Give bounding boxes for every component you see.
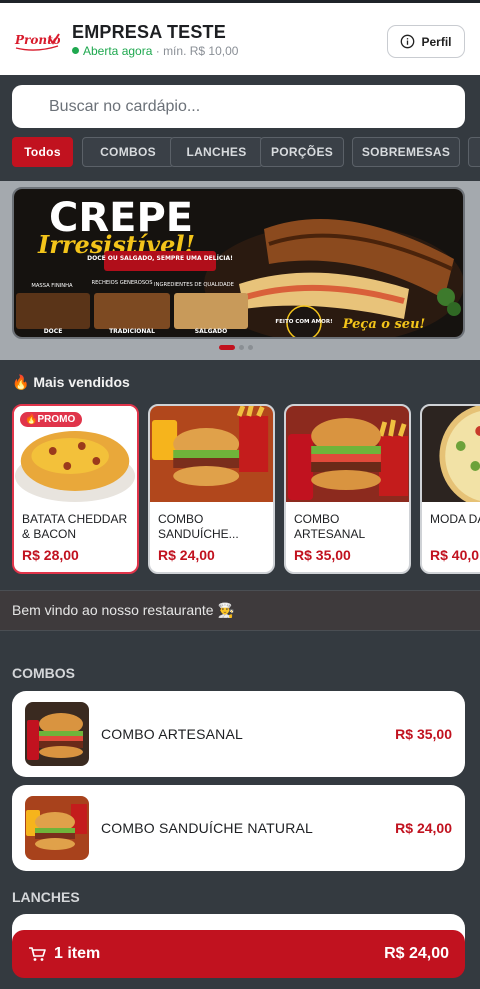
store-logo: Pronto — [14, 33, 60, 51]
tab-lanches[interactable]: LANCHES — [170, 137, 263, 167]
menu-item[interactable]: COMBO ARTESANAL R$ 35,00 — [12, 691, 465, 777]
product-price: R$ 40,0 — [430, 547, 480, 563]
cart-bar[interactable]: 1 item R$ 24,00 — [12, 930, 465, 978]
profile-label: Perfil — [421, 34, 452, 49]
tab-todos[interactable]: Todos — [12, 137, 73, 167]
product-price: R$ 24,00 — [158, 547, 215, 563]
product-name: COMBO SANDUÍCHE... — [158, 512, 239, 541]
store-name: EMPRESA TESTE — [72, 22, 226, 42]
product-name: BATATA CHEDDAR & BACON — [22, 512, 128, 541]
product-price: R$ 28,00 — [22, 547, 79, 563]
product-image — [422, 406, 480, 507]
menu-item-name: COMBO SANDUÍCHE NATURAL — [101, 820, 314, 836]
promo-badge-label: PROMO — [37, 414, 76, 425]
product-image — [150, 406, 273, 502]
tab-label: PORÇÕES — [270, 145, 334, 159]
app-header: Pronto EMPRESA TESTE Aberta agora · mín.… — [0, 0, 480, 75]
product-name: MODA DA — [430, 512, 480, 526]
crepe-banner-image: CREPE Irresistível! DOCE OU SALGADO, SEM… — [14, 189, 463, 337]
banner-feature: RECHEIOS GENEROSOS — [91, 280, 152, 286]
product-card[interactable]: COMBO ARTESANAL R$ 35,00 — [284, 404, 411, 574]
banner-variant: SALGADO — [195, 328, 227, 335]
profile-button[interactable]: Perfil — [387, 25, 465, 58]
menu-item[interactable]: COMBO SANDUÍCHE NATURAL R$ 24,00 — [12, 785, 465, 871]
best-sellers-label: Mais vendidos — [33, 374, 130, 390]
tab-combos[interactable]: COMBOS — [82, 137, 174, 167]
tab-label: SOBREMESAS — [361, 145, 451, 159]
search-input[interactable]: Buscar no cardápio... — [12, 85, 465, 128]
cart-icon — [29, 947, 46, 961]
tab-label: LANCHES — [186, 145, 247, 159]
menu-item-image — [25, 796, 89, 860]
min-order-text: · mín. R$ 10,00 — [155, 44, 239, 58]
banner-seal: FEITO COM AMOR! — [275, 319, 332, 325]
banner-variant: DOCE — [44, 328, 63, 335]
menu-item-price: R$ 24,00 — [395, 820, 452, 836]
product-card[interactable]: 🔥PROMO BATATA CHEDDAR & BACON R$ 28,00 — [12, 404, 139, 574]
banner-variant: TRADICIONAL — [109, 328, 155, 335]
product-name: COMBO ARTESANAL — [294, 512, 366, 541]
status-dot-icon — [72, 47, 79, 54]
promo-banner[interactable]: CREPE Irresistível! DOCE OU SALGADO, SEM… — [12, 187, 465, 339]
section-title-lanches: LANCHES — [12, 889, 80, 905]
banner-cta: Peça o seu! — [342, 317, 426, 332]
banner-feature: MASSA FININHA — [31, 283, 73, 289]
menu-item-price: R$ 35,00 — [395, 726, 452, 742]
carousel-dots — [219, 345, 253, 350]
section-title-combos: COMBOS — [12, 665, 75, 681]
status-open-text: Aberta agora — [83, 44, 153, 58]
menu-item-name: COMBO ARTESANAL — [101, 726, 244, 742]
best-sellers-title: 🔥 Mais vendidos — [12, 374, 130, 391]
carousel-dot[interactable] — [239, 345, 244, 350]
best-sellers-carousel: 🔥PROMO BATATA CHEDDAR & BACON R$ 28,00 C… — [12, 404, 480, 574]
product-card[interactable]: COMBO SANDUÍCHE... R$ 24,00 — [148, 404, 275, 574]
carousel-dot-active[interactable] — [219, 345, 235, 350]
tab-next[interactable] — [468, 137, 480, 167]
tab-sobremesas[interactable]: SOBREMESAS — [352, 137, 460, 167]
banner-tagline: DOCE OU SALGADO, SEMPRE UMA DELÍCIA! — [87, 254, 233, 262]
cart-count: 1 item — [54, 945, 101, 962]
product-price: R$ 35,00 — [294, 547, 351, 563]
fire-icon: 🔥 — [12, 374, 30, 390]
info-icon — [401, 34, 415, 49]
welcome-message: Bem vindo ao nosso restaurante 👨‍🍳 — [0, 590, 480, 631]
product-image — [286, 406, 409, 502]
cart-total: R$ 24,00 — [384, 945, 449, 962]
store-status: Aberta agora · mín. R$ 10,00 — [72, 44, 238, 58]
menu-item-image — [25, 702, 89, 766]
tab-porcoes[interactable]: PORÇÕES — [260, 137, 344, 167]
tab-label: COMBOS — [100, 145, 156, 159]
product-card[interactable]: MODA DA R$ 40,0 — [420, 404, 480, 574]
promo-badge: 🔥PROMO — [20, 412, 83, 427]
banner-feature: INGREDIENTES DE QUALIDADE — [154, 282, 234, 288]
tab-label: Todos — [24, 145, 61, 159]
search-placeholder: Buscar no cardápio... — [49, 97, 201, 115]
category-tabs: Todos COMBOS LANCHES PORÇÕES SOBREMESAS — [12, 137, 480, 167]
svg-text:Pronto: Pronto — [14, 33, 60, 47]
carousel-dot[interactable] — [248, 345, 253, 350]
